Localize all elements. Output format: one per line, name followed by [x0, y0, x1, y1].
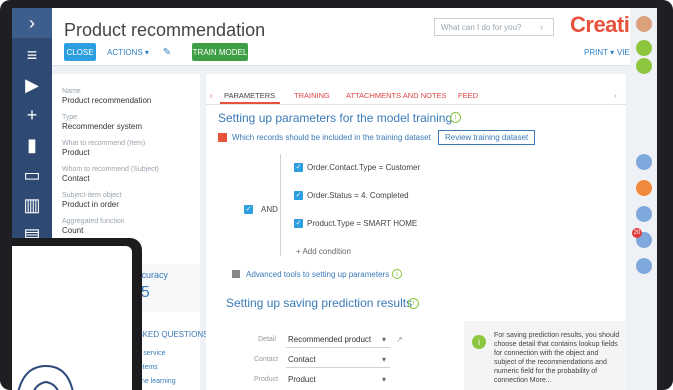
save-heading: Setting up saving prediction results [226, 296, 413, 310]
help-icon[interactable] [636, 58, 652, 74]
field-value[interactable]: Product recommendation [62, 96, 151, 105]
avatar[interactable] [636, 16, 652, 32]
field-value[interactable]: Product [62, 148, 90, 157]
contact-label: Contact [254, 356, 279, 363]
which-records-label: Which records should be included in the … [232, 133, 431, 142]
detail-label: Detail [258, 336, 276, 343]
dropdown-icon[interactable]: ▾ [382, 375, 386, 384]
product-label: Product [254, 376, 279, 383]
search-arrow-icon[interactable]: › [540, 22, 543, 32]
field-value[interactable]: Contact [62, 174, 90, 183]
expand-advanced-icon[interactable] [232, 270, 240, 278]
expand-icon[interactable]: › [12, 8, 52, 38]
dashboard-icon[interactable]: ▮ [12, 130, 52, 160]
add-condition-button[interactable]: + Add condition [296, 247, 351, 256]
app-screen: › ≡ ▶ + ▮ ▭ ▥ ▤ Product recommendation C… [12, 8, 657, 390]
condition-text[interactable]: Order.Status = 4. Completed [307, 191, 409, 200]
email-icon[interactable] [636, 180, 652, 196]
tasks-icon[interactable] [636, 258, 652, 274]
settings-icon[interactable] [636, 40, 652, 56]
tab-feed[interactable]: FEED [458, 91, 478, 100]
feed-icon[interactable]: ▭ [12, 160, 52, 190]
elephant-logo-icon [17, 364, 74, 390]
condition-checkbox[interactable]: ✓ [294, 219, 303, 228]
info-icon[interactable]: i [408, 298, 419, 309]
phone-icon[interactable] [636, 154, 652, 170]
field-label: Aggregated function [62, 218, 125, 225]
field-value[interactable]: Product in order [62, 200, 119, 209]
info-icon[interactable]: i [450, 112, 461, 123]
field-value[interactable]: Recommender system [62, 122, 142, 131]
field-label: Subject-item object [62, 192, 122, 199]
condition-checkbox[interactable]: ✓ [294, 191, 303, 200]
field-label: Type [62, 114, 78, 121]
review-dataset-button[interactable]: Review training dataset [438, 130, 536, 145]
right-sidebar: 20 [630, 8, 657, 390]
device-frame: › ≡ ▶ + ▮ ▭ ▥ ▤ Product recommendation C… [0, 0, 673, 390]
field-label: Name [62, 88, 81, 95]
actions-button[interactable]: ACTIONS ▾ [104, 43, 152, 61]
condition-checkbox[interactable]: ✓ [294, 163, 303, 172]
condition-text[interactable]: Order.Contact.Type = Customer [307, 163, 420, 172]
product-select[interactable]: Product [288, 375, 316, 384]
contact-select[interactable]: Contact [288, 355, 316, 364]
print-button[interactable]: PRINT ▾ [584, 48, 614, 57]
detail-select[interactable]: Recommended product [288, 335, 371, 344]
tab-parameters[interactable]: PARAMETERS [224, 91, 275, 100]
laptop-screen [12, 246, 132, 390]
tabs-prev-icon[interactable]: ‹ [210, 91, 213, 100]
notification-badge: 20 [632, 228, 642, 238]
add-icon[interactable]: + [12, 100, 52, 130]
field-label: Whom to recommend (Subject) [62, 166, 159, 173]
and-label: AND [261, 205, 278, 214]
tabs-next-icon[interactable]: › [614, 91, 617, 100]
menu-icon[interactable]: ≡ [12, 40, 52, 70]
page-title: Product recommendation [64, 20, 266, 40]
dropdown-icon[interactable]: ▾ [382, 355, 386, 364]
open-icon[interactable]: ↗ [396, 335, 403, 344]
tab-training[interactable]: TRAINING [294, 91, 330, 100]
group-bracket [280, 154, 281, 256]
info-text: For saving prediction results, you shoul… [494, 332, 620, 384]
params-heading: Setting up parameters for the model trai… [218, 111, 453, 125]
dropdown-icon[interactable]: ▾ [382, 335, 386, 344]
field-value[interactable]: Count [62, 226, 83, 235]
pin-icon[interactable]: ✎ [160, 43, 174, 61]
chat-icon[interactable] [636, 206, 652, 222]
advanced-tools-link[interactable]: Advanced tools to setting up parameters [246, 270, 389, 279]
laptop-overlay [12, 238, 142, 390]
main-card: ‹ PARAMETERS TRAINING ATTACHMENTS AND NO… [206, 74, 626, 390]
field-underline [286, 347, 390, 348]
faq-title: ASKED QUESTIONS [132, 330, 209, 339]
info-icon: i [472, 335, 486, 349]
analytics-icon[interactable]: ▥ [12, 190, 52, 220]
tab-attachments[interactable]: ATTACHMENTS AND NOTES [346, 91, 447, 100]
and-checkbox[interactable]: ✓ [244, 205, 253, 214]
condition-text[interactable]: Product.Type = SMART HOME [307, 219, 417, 228]
play-icon[interactable]: ▶ [12, 70, 52, 100]
train-model-button[interactable]: TRAIN MODEL [192, 43, 248, 61]
field-label: What to recommend (Item) [62, 140, 146, 147]
search-input[interactable]: What can I do for you? [434, 18, 554, 36]
close-button[interactable]: CLOSE [64, 43, 96, 61]
tab-divider [206, 104, 626, 105]
collapse-icon[interactable] [218, 133, 227, 142]
page-header: Product recommendation CLOSE ACTIONS ▾ ✎… [52, 8, 657, 66]
info-icon[interactable]: i [392, 269, 402, 279]
field-underline [286, 367, 390, 368]
info-box: i For saving prediction results, you sho… [464, 321, 626, 390]
